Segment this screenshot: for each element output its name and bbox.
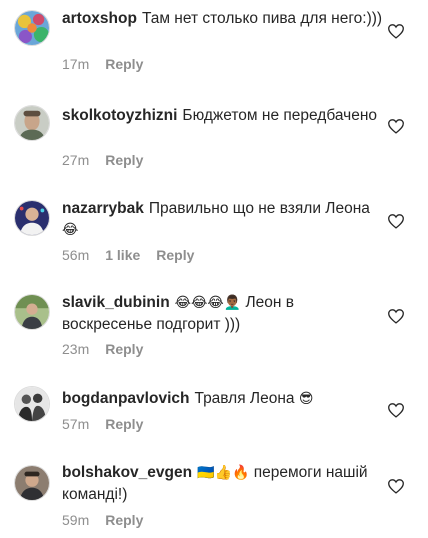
comment-text: nazarrybak Правильно що не взяли Леона 😂 (62, 198, 384, 241)
comment-text: bolshakov_evgen 🇺🇦👍🔥 перемоги нашій коман… (62, 462, 384, 505)
comment-time: 23m (62, 341, 90, 357)
comment-username[interactable]: skolkotoyzhizni (62, 107, 177, 124)
emoji: 🇺🇦👍🔥 (197, 465, 250, 481)
reply-button[interactable]: Reply (105, 512, 143, 528)
reply-button[interactable]: Reply (105, 56, 143, 72)
comment-meta: 59m Reply (62, 512, 159, 528)
comment-username[interactable]: slavik_dubinin (62, 294, 170, 311)
comment-body: Травля Леона (194, 390, 295, 407)
comment-meta: 57m Reply (62, 416, 159, 432)
comment-time: 56m (62, 247, 90, 263)
avatar[interactable] (14, 10, 50, 46)
avatar[interactable] (14, 386, 50, 422)
comment-time: 59m (62, 512, 90, 528)
comment-username[interactable]: bogdanpavlovich (62, 390, 189, 407)
comment-body: Бюджетом не передбачено (182, 107, 378, 124)
emoji: 😂 (62, 222, 79, 238)
likes-count[interactable]: 1 like (105, 247, 140, 263)
heart-outline-icon[interactable] (387, 478, 405, 494)
emoji: 😎 (298, 391, 314, 407)
comment-text: skolkotoyzhizni Бюджетом не передбачено (62, 105, 384, 126)
comment-text: bogdanpavlovich Травля Леона 😎 (62, 388, 384, 410)
heart-outline-icon[interactable] (387, 308, 405, 324)
comment-username[interactable]: bolshakov_evgen (62, 464, 192, 481)
comment-body: Правильно що не взяли Леона (148, 200, 370, 217)
comment-body: Там нет столько пива для него:))) (141, 10, 383, 27)
comment-meta: 17m Reply (62, 56, 159, 72)
comment-meta: 56m 1 like Reply (62, 247, 210, 263)
heart-outline-icon[interactable] (387, 402, 405, 418)
heart-outline-icon[interactable] (387, 213, 405, 229)
avatar[interactable] (14, 105, 50, 141)
comment-text: slavik_dubinin 😂😂😂👨🏾‍🦱 Леон в воскресенье… (62, 292, 384, 335)
avatar[interactable] (14, 465, 50, 501)
reply-button[interactable]: Reply (105, 416, 143, 432)
reply-button[interactable]: Reply (105, 152, 143, 168)
avatar[interactable] (14, 200, 50, 236)
reply-button[interactable]: Reply (105, 341, 143, 357)
avatar[interactable] (14, 294, 50, 330)
comment-username[interactable]: nazarrybak (62, 200, 144, 217)
comment-meta: 23m Reply (62, 341, 159, 357)
comment-time: 27m (62, 152, 90, 168)
emoji: 😂😂😂👨🏾‍🦱 (174, 295, 242, 311)
comment-time: 57m (62, 416, 90, 432)
heart-outline-icon[interactable] (387, 23, 405, 39)
heart-outline-icon[interactable] (387, 118, 405, 134)
comment-text: artoxshop Там нет столько пива для него:)… (62, 8, 384, 29)
reply-button[interactable]: Reply (156, 247, 194, 263)
comment-username[interactable]: artoxshop (62, 10, 137, 27)
comment-time: 17m (62, 56, 90, 72)
comment-meta: 27m Reply (62, 152, 159, 168)
